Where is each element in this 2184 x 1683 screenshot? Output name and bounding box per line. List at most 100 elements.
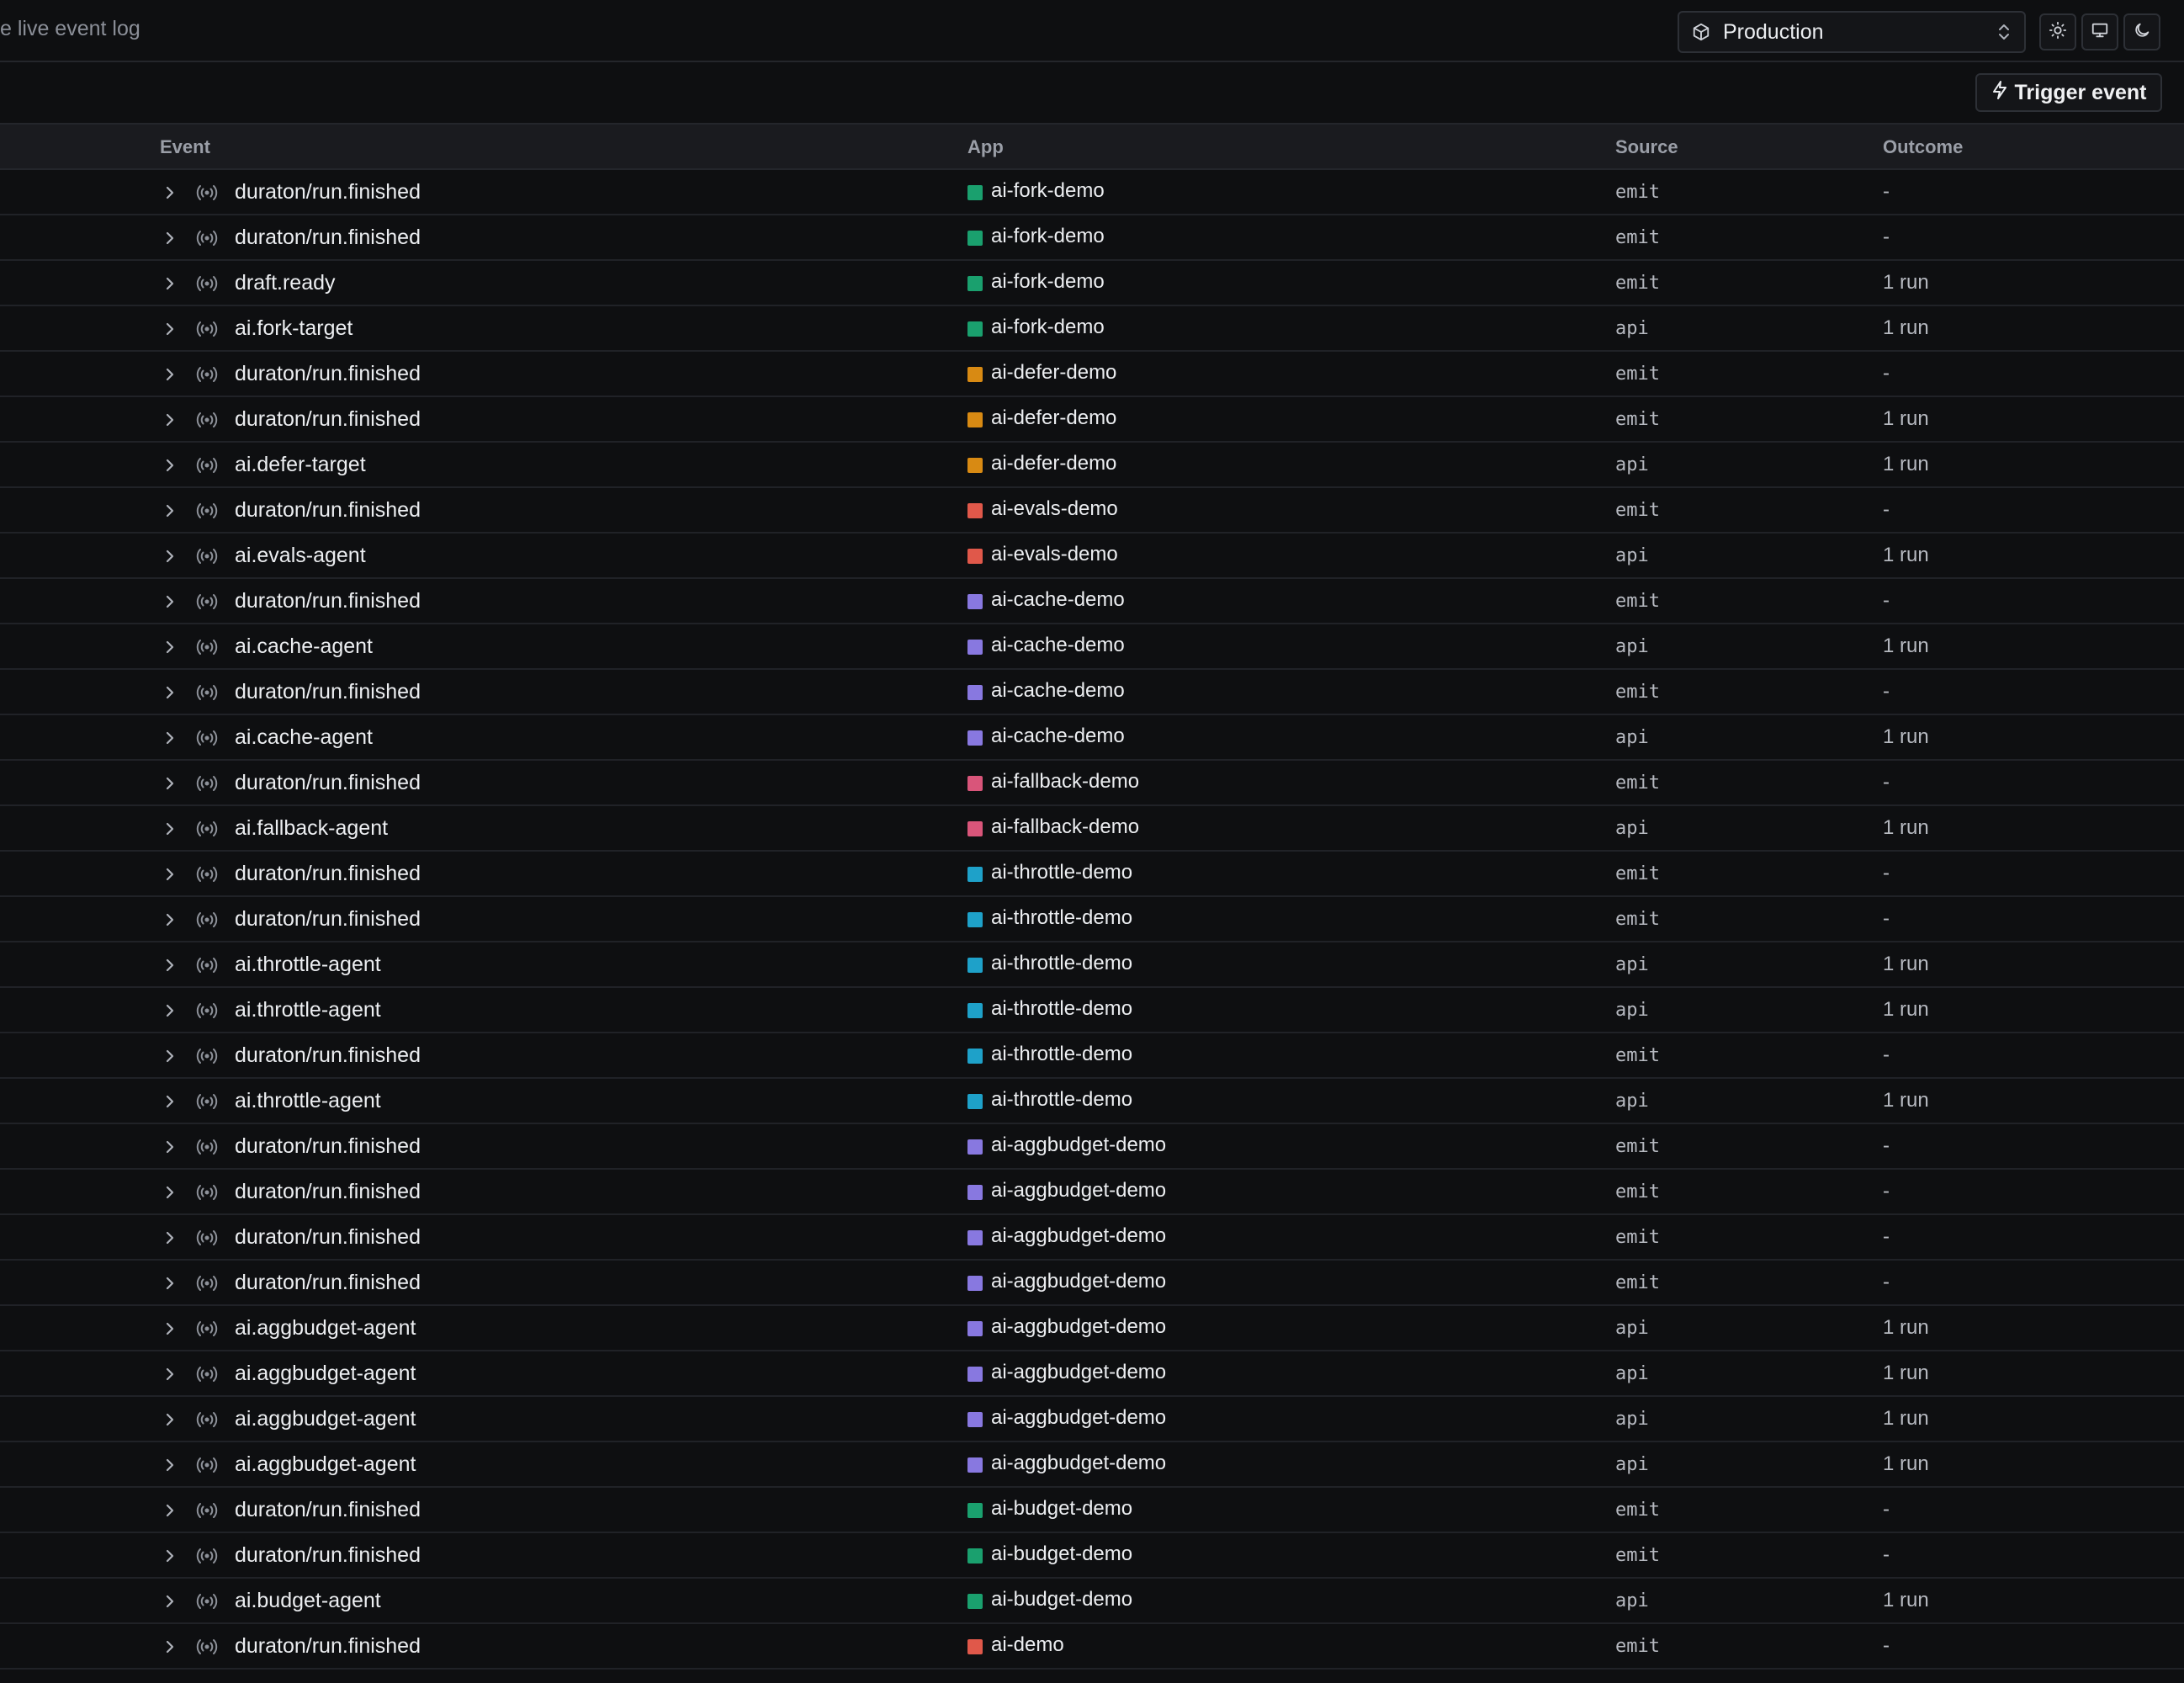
chevron-right-icon[interactable] xyxy=(162,1228,178,1248)
app-name[interactable]: ai-budget-demo xyxy=(991,1497,1132,1521)
chevron-right-icon[interactable] xyxy=(162,910,178,930)
app-name[interactable]: ai-evals-demo xyxy=(991,543,1118,566)
app-name[interactable]: ai-budget-demo xyxy=(991,1588,1132,1611)
chevron-right-icon[interactable] xyxy=(162,1182,178,1203)
app-name[interactable]: ai-throttle-demo xyxy=(991,1088,1132,1112)
chevron-right-icon[interactable] xyxy=(162,228,178,248)
table-row[interactable]: ai.cache-agent ai-cache-demo api 1 run xyxy=(0,624,2184,670)
system-theme-button[interactable] xyxy=(2081,13,2118,50)
chevron-right-icon[interactable] xyxy=(162,1500,178,1521)
table-row[interactable]: duraton/run.finished ai-throttle-demo emit… xyxy=(0,1033,2184,1079)
app-name[interactable]: ai-aggbudget-demo xyxy=(991,1452,1166,1475)
app-name[interactable]: ai-aggbudget-demo xyxy=(991,1406,1166,1430)
app-name[interactable]: ai-demo xyxy=(991,1633,1064,1657)
app-name[interactable]: ai-fork-demo xyxy=(991,270,1105,294)
chevron-right-icon[interactable] xyxy=(162,1137,178,1157)
table-row[interactable]: duraton/run.finished ai-throttle-demo emit… xyxy=(0,897,2184,942)
chevron-right-icon[interactable] xyxy=(162,1410,178,1430)
app-name[interactable]: ai-aggbudget-demo xyxy=(991,1224,1166,1248)
table-row[interactable]: duraton/run.finished ai-defer-demo emit - xyxy=(0,352,2184,397)
chevron-right-icon[interactable] xyxy=(162,955,178,975)
chevron-right-icon[interactable] xyxy=(162,682,178,703)
column-header-app[interactable]: App xyxy=(967,136,1004,158)
column-header-event[interactable]: Event xyxy=(160,136,210,158)
table-row[interactable]: duraton/run.finished ai-fork-demo emit - xyxy=(0,215,2184,261)
chevron-right-icon[interactable] xyxy=(162,1273,178,1293)
column-header-source[interactable]: Source xyxy=(1615,136,1678,158)
chevron-right-icon[interactable] xyxy=(162,501,178,521)
table-row[interactable]: duraton/run.finished ai-throttle-demo emit… xyxy=(0,852,2184,897)
table-row[interactable]: ai.throttle-agent ai-throttle-demo api 1 ru… xyxy=(0,1079,2184,1124)
app-name[interactable]: ai-cache-demo xyxy=(991,679,1125,703)
app-name[interactable]: ai-throttle-demo xyxy=(991,997,1132,1021)
app-name[interactable]: ai-throttle-demo xyxy=(991,861,1132,884)
table-row[interactable]: ai.fallback-agent ai-fallback-demo api 1 ru… xyxy=(0,806,2184,852)
chevron-right-icon[interactable] xyxy=(162,728,178,748)
table-row[interactable]: ai.aggbudget-agent ai-aggbudget-demo api 1 … xyxy=(0,1306,2184,1351)
app-name[interactable]: ai-aggbudget-demo xyxy=(991,1361,1166,1384)
table-row[interactable]: duraton/run.finished ai-evals-demo emit - xyxy=(0,488,2184,534)
table-row[interactable]: draft.ready ai-fork-demo emit 1 run xyxy=(0,261,2184,306)
app-name[interactable]: ai-defer-demo xyxy=(991,452,1116,475)
app-name[interactable]: ai-defer-demo xyxy=(991,406,1116,430)
app-name[interactable]: ai-fork-demo xyxy=(991,179,1105,203)
table-row[interactable]: duraton/run.finished ai-cache-demo emit - xyxy=(0,670,2184,715)
column-header-outcome[interactable]: Outcome xyxy=(1883,136,1963,158)
app-name[interactable]: ai-budget-demo xyxy=(991,1542,1132,1566)
table-row[interactable]: duraton/run.finished ai-demo emit - xyxy=(0,1624,2184,1670)
table-row[interactable]: duraton/run.finished ai-aggbudget-demo emi… xyxy=(0,1170,2184,1215)
app-name[interactable]: ai-fallback-demo xyxy=(991,815,1139,839)
app-name[interactable]: ai-aggbudget-demo xyxy=(991,1315,1166,1339)
table-row[interactable]: duraton/run.finished ai-fork-demo emit - xyxy=(0,170,2184,215)
chevron-right-icon[interactable] xyxy=(162,1637,178,1657)
chevron-right-icon[interactable] xyxy=(162,819,178,839)
chevron-right-icon[interactable] xyxy=(162,273,178,294)
table-row[interactable]: ai.aggbudget-agent ai-aggbudget-demo api 1 … xyxy=(0,1397,2184,1442)
table-row[interactable]: ai.budget-agent ai-budget-demo api 1 run xyxy=(0,1579,2184,1624)
chevron-right-icon[interactable] xyxy=(162,1591,178,1611)
app-name[interactable]: ai-defer-demo xyxy=(991,361,1116,385)
table-row[interactable]: ai.throttle-agent ai-throttle-demo api 1 ru… xyxy=(0,988,2184,1033)
table-row[interactable]: ai.aggbudget-agent ai-aggbudget-demo api 1 … xyxy=(0,1442,2184,1488)
app-name[interactable]: ai-fork-demo xyxy=(991,225,1105,248)
chevron-right-icon[interactable] xyxy=(162,364,178,385)
chevron-right-icon[interactable] xyxy=(162,546,178,566)
table-row[interactable]: ai.aggbudget-agent ai-aggbudget-demo api 1 … xyxy=(0,1351,2184,1397)
app-name[interactable]: ai-aggbudget-demo xyxy=(991,1270,1166,1293)
table-row[interactable]: ai.evals-agent ai-evals-demo api 1 run xyxy=(0,534,2184,579)
chevron-right-icon[interactable] xyxy=(162,1091,178,1112)
chevron-right-icon[interactable] xyxy=(162,1046,178,1066)
app-name[interactable]: ai-evals-demo xyxy=(991,497,1118,521)
chevron-right-icon[interactable] xyxy=(162,319,178,339)
table-row[interactable]: duraton/run.finished ai-fallback-demo emit… xyxy=(0,761,2184,806)
table-row[interactable]: ai.throttle-agent ai-throttle-demo api 1 ru… xyxy=(0,942,2184,988)
app-name[interactable]: ai-aggbudget-demo xyxy=(991,1179,1166,1203)
chevron-right-icon[interactable] xyxy=(162,1546,178,1566)
table-row[interactable]: ai.cache-agent ai-cache-demo api 1 run xyxy=(0,715,2184,761)
chevron-right-icon[interactable] xyxy=(162,410,178,430)
chevron-right-icon[interactable] xyxy=(162,1364,178,1384)
app-name[interactable]: ai-cache-demo xyxy=(991,634,1125,657)
chevron-right-icon[interactable] xyxy=(162,637,178,657)
chevron-right-icon[interactable] xyxy=(162,773,178,794)
chevron-right-icon[interactable] xyxy=(162,183,178,203)
table-row[interactable]: duraton/run.finished ai-budget-demo emit - xyxy=(0,1533,2184,1579)
app-name[interactable]: ai-cache-demo xyxy=(991,588,1125,612)
chevron-right-icon[interactable] xyxy=(162,592,178,612)
chevron-right-icon[interactable] xyxy=(162,864,178,884)
table-row[interactable]: duraton/run.finished ai-cache-demo emit - xyxy=(0,579,2184,624)
chevron-right-icon[interactable] xyxy=(162,1001,178,1021)
app-name[interactable]: ai-throttle-demo xyxy=(991,1043,1132,1066)
table-row[interactable]: duraton/run.finished ai-aggbudget-demo emi… xyxy=(0,1215,2184,1261)
chevron-right-icon[interactable] xyxy=(162,455,178,475)
chevron-right-icon[interactable] xyxy=(162,1455,178,1475)
table-row[interactable]: ai.defer-target ai-defer-demo api 1 run xyxy=(0,443,2184,488)
app-name[interactable]: ai-throttle-demo xyxy=(991,906,1132,930)
light-theme-button[interactable] xyxy=(2039,13,2076,50)
table-row[interactable]: duraton/run.finished ai-aggbudget-demo emi… xyxy=(0,1261,2184,1306)
table-row[interactable]: duraton/run.finished ai-budget-demo emit - xyxy=(0,1488,2184,1533)
app-name[interactable]: ai-cache-demo xyxy=(991,725,1125,748)
chevron-right-icon[interactable] xyxy=(162,1319,178,1339)
environment-select[interactable]: Production xyxy=(1678,11,2026,53)
app-name[interactable]: ai-aggbudget-demo xyxy=(991,1134,1166,1157)
